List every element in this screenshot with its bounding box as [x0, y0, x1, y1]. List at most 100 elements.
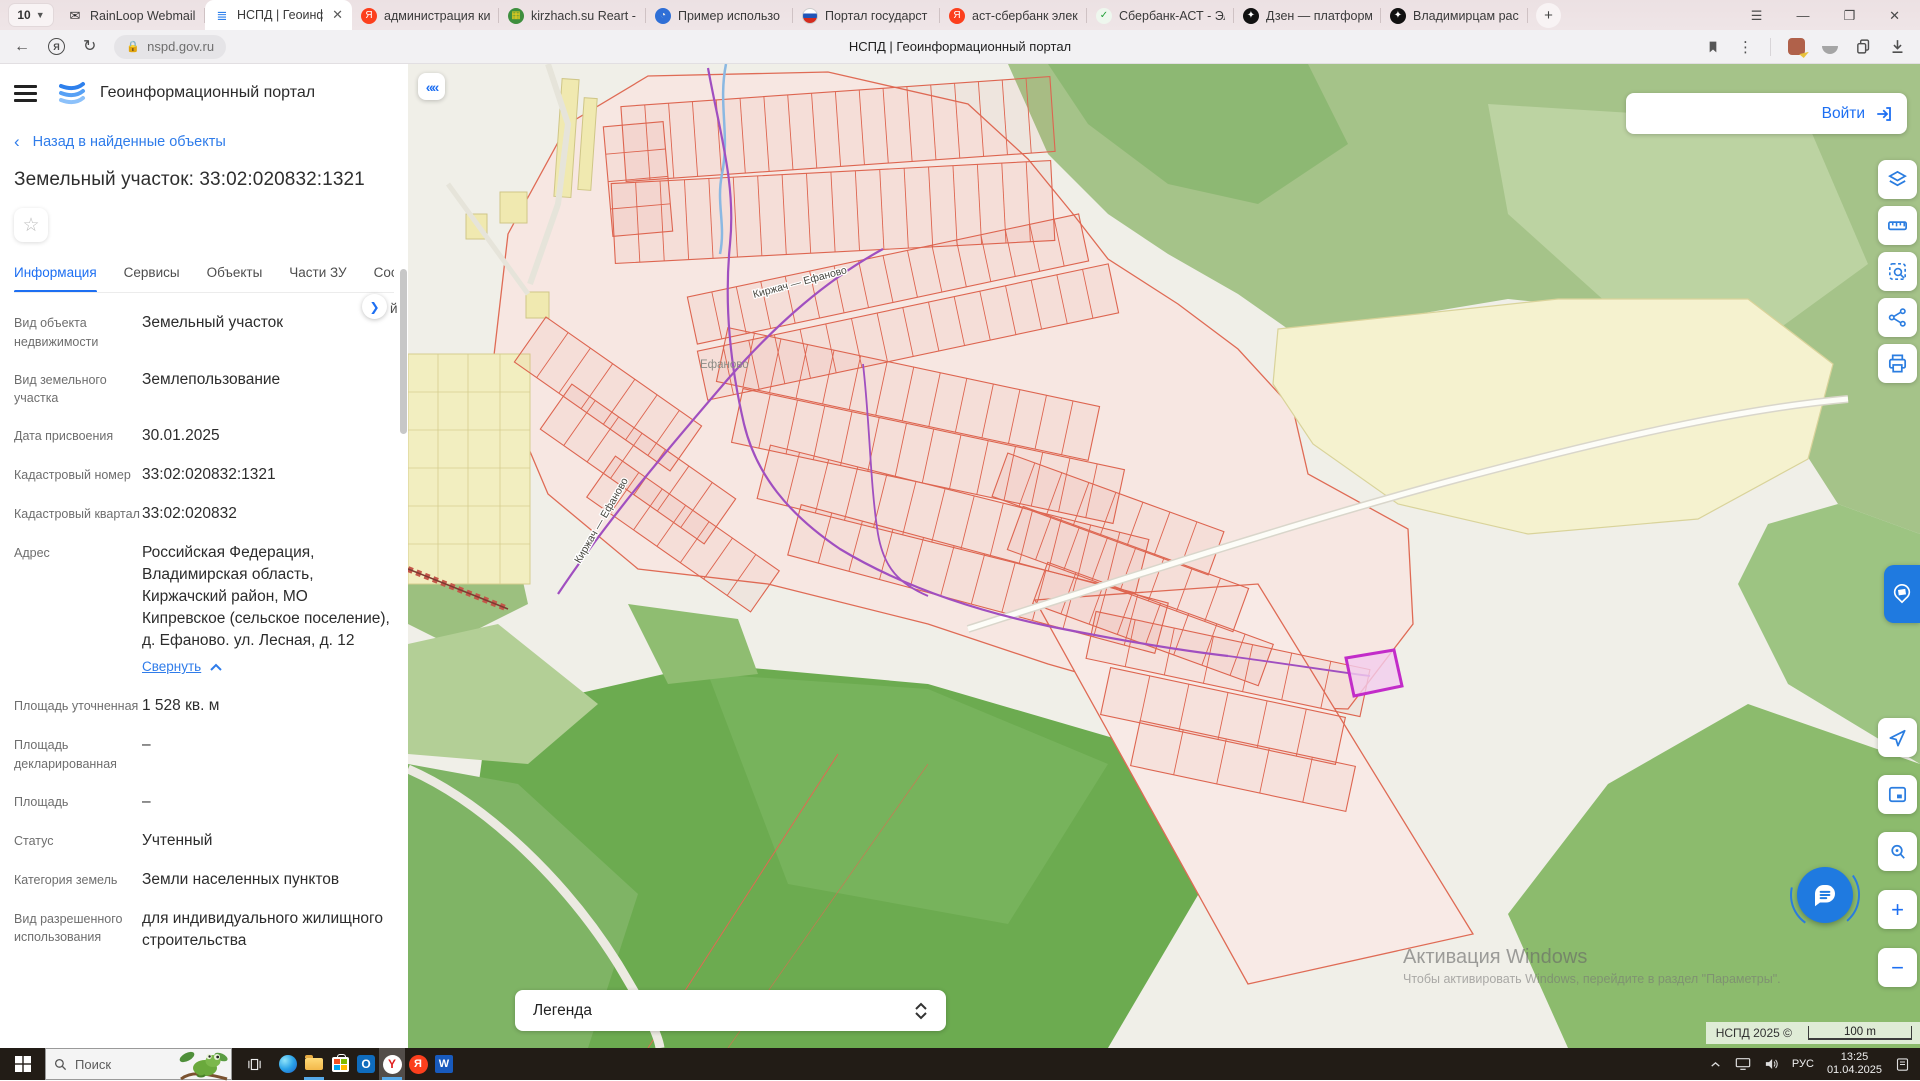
copy-icon[interactable] — [1855, 38, 1872, 55]
browser-tab[interactable]: ≣НСПД | Геоинфо✕ — [205, 0, 352, 30]
tab-title: Портал государст — [825, 9, 931, 23]
chat-icon — [1810, 880, 1840, 910]
tab-counter[interactable]: 10▼ — [8, 3, 54, 27]
map-image[interactable]: Ефаново Киржач — Ефаново Киржач — Ефанов… — [408, 64, 1920, 1048]
close-button[interactable]: ✕ — [1889, 9, 1900, 22]
tab-title: аст-сбербанк элек — [972, 9, 1078, 23]
nspd-icon: ≣ — [214, 7, 230, 23]
more-menu-icon[interactable]: ⋮ — [1738, 38, 1753, 56]
tabs-scroll-right-button[interactable]: ❯ — [362, 294, 387, 319]
maximize-button[interactable]: ❐ — [1843, 9, 1855, 22]
yandex-browser-icon: Y — [383, 1055, 402, 1074]
extension-icon[interactable] — [1788, 38, 1805, 55]
taskbar-app-yandex[interactable]: Я — [405, 1048, 431, 1080]
ruler-button[interactable] — [1878, 206, 1917, 245]
taskbar-app-explorer[interactable] — [301, 1048, 327, 1080]
nspd-flyout-button[interactable] — [1884, 565, 1920, 623]
field-label: Вид разрешенного использования — [14, 908, 142, 952]
map-attribution: НСПД 2025 © 100 m — [1706, 1022, 1920, 1044]
browser-tab[interactable]: ✉RainLoop Webmail — [58, 1, 205, 30]
clock[interactable]: 13:25 01.04.2025 — [1827, 1051, 1882, 1077]
hidden-icons-chevron-icon[interactable] — [1709, 1058, 1722, 1071]
panel-tab-Состав[interactable]: Состав — [374, 265, 394, 280]
field-row: Вид разрешенного использованиядля индиви… — [14, 908, 394, 952]
volume-icon[interactable] — [1764, 1057, 1779, 1071]
share-button[interactable] — [1878, 298, 1917, 337]
object-title: Земельный участок: 33:02:020832:1321 — [14, 169, 394, 191]
taskbar-app-word[interactable]: W — [431, 1048, 457, 1080]
browser-tab[interactable]: ✦Дзен — платформ — [1234, 1, 1381, 30]
search-placeholder: Поиск — [75, 1057, 111, 1072]
minimize-button[interactable]: — — [1796, 9, 1809, 22]
chevron-up-down-icon — [914, 1002, 928, 1020]
browser-tab[interactable]: ✓Сбербанк-АСТ - Эл — [1087, 1, 1234, 30]
taskbar-app-yandex-browser[interactable]: Y — [379, 1048, 405, 1080]
legend-toggle[interactable]: Легенда — [515, 990, 946, 1031]
yandex-home-icon[interactable]: Я — [48, 38, 65, 55]
field-label: Площадь уточненная — [14, 695, 142, 717]
page-title: НСПД | Геоинформационный портал — [849, 39, 1071, 54]
panel-tab-Объекты[interactable]: Объекты — [207, 265, 263, 280]
print-button[interactable] — [1878, 344, 1917, 383]
overview-button[interactable] — [1878, 775, 1917, 814]
browser-tab[interactable]: ✦Владимирцам рас — [1381, 1, 1528, 30]
panel-tab-Сервисы[interactable]: Сервисы — [124, 265, 180, 280]
selected-parcel-highlight[interactable] — [1346, 650, 1402, 696]
browser-tab[interactable]: ◔ Пример использо — [646, 1, 793, 30]
object-search-button[interactable] — [1878, 832, 1917, 871]
crest-icon: ▦ — [508, 8, 524, 24]
download-icon[interactable] — [1889, 38, 1906, 55]
new-tab-button[interactable]: + — [1536, 3, 1561, 28]
example-icon: ◔ — [655, 8, 671, 24]
browser-menu-icon[interactable]: ☰ — [1751, 9, 1763, 22]
chat-button[interactable] — [1797, 867, 1853, 923]
tab-close-icon[interactable]: ✕ — [330, 7, 343, 23]
browser-tab[interactable]: Яадминистрация ки — [352, 1, 499, 30]
field-label: Кадастровый квартал — [14, 503, 142, 525]
browser-tab[interactable]: Портал государст — [793, 1, 940, 30]
date: 01.04.2025 — [1827, 1064, 1882, 1077]
zoom-out-button[interactable]: − — [1878, 948, 1917, 987]
hamburger-menu-icon[interactable] — [14, 85, 37, 102]
start-button[interactable] — [0, 1048, 45, 1080]
field-value: Земельный участок — [142, 312, 394, 352]
notification-center-icon[interactable] — [1895, 1057, 1910, 1072]
panel-tab-Части ЗУ[interactable]: Части ЗУ — [289, 265, 346, 280]
field-value: Российская Федерация, Владимирская облас… — [142, 542, 394, 678]
browser-tab[interactable]: Яаст-сбербанк элек — [940, 1, 1087, 30]
map-viewport[interactable]: Ефаново Киржач — Ефаново Киржач — Ефанов… — [408, 64, 1920, 1048]
bookmark-icon[interactable] — [1705, 39, 1721, 55]
field-label: Дата присвоения — [14, 425, 142, 447]
field-row: Площадь декларированная– — [14, 734, 394, 774]
address-bar[interactable]: 🔒 nspd.gov.ru — [114, 35, 226, 59]
refresh-icon[interactable]: ↻ — [83, 39, 96, 55]
locate-button[interactable] — [1878, 718, 1917, 757]
back-link[interactable]: ‹ Назад в найденные объекты — [14, 133, 394, 150]
print-icon — [1886, 352, 1909, 375]
favorite-star-button[interactable]: ☆ — [14, 208, 48, 242]
language-indicator[interactable]: РУС — [1792, 1058, 1814, 1070]
area-search-button[interactable] — [1878, 252, 1917, 291]
tab-title: Дзен — платформ — [1266, 9, 1372, 23]
taskbar-app-outlook[interactable]: O — [353, 1048, 379, 1080]
browser-toolbar: ← Я ↻ 🔒 nspd.gov.ru НСПД | Геоинформацио… — [0, 30, 1920, 64]
gosuslugi-flag-icon — [802, 8, 818, 24]
login-button[interactable]: Войти — [1626, 93, 1907, 134]
taskbar-app-store[interactable] — [327, 1048, 353, 1080]
back-icon[interactable]: ← — [14, 39, 30, 55]
panel-tab-Информация[interactable]: Информация — [14, 265, 97, 280]
layers-button[interactable] — [1878, 160, 1917, 199]
extension-icon[interactable] — [1822, 46, 1838, 54]
taskbar-search-box[interactable]: Поиск — [45, 1048, 232, 1080]
collapse-address-link[interactable]: Свернуть — [142, 657, 222, 676]
ms-store-icon — [332, 1057, 349, 1072]
network-display-icon[interactable] — [1735, 1057, 1751, 1071]
task-view-button[interactable] — [237, 1048, 271, 1080]
browser-tab[interactable]: ▦kirzhach.su Reart - — [499, 1, 646, 30]
taskbar-app-edge[interactable] — [275, 1048, 301, 1080]
panel-scrollbar[interactable] — [400, 269, 407, 434]
tab-title: Пример использо — [678, 9, 784, 23]
field-value: 30.01.2025 — [142, 425, 394, 447]
panel-collapse-button[interactable]: «« — [418, 73, 445, 100]
zoom-in-button[interactable]: + — [1878, 890, 1917, 929]
